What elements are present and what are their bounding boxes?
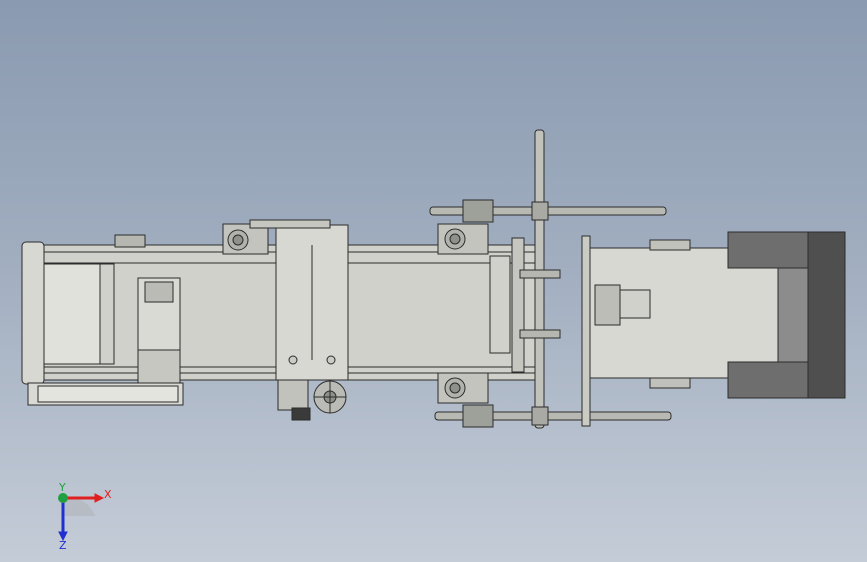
x-axis-head xyxy=(94,493,105,503)
left-end-roller xyxy=(21,241,45,385)
right-end-cap xyxy=(727,231,811,269)
side-guide-plate xyxy=(489,255,511,354)
z-axis-label: Z xyxy=(59,539,67,550)
drive-housing xyxy=(807,231,846,399)
cad-viewport[interactable]: X Y Z xyxy=(0,0,867,562)
x-axis-label: X xyxy=(104,488,112,501)
conveyor-assembly-model[interactable] xyxy=(0,0,867,562)
y-axis-marker xyxy=(58,493,68,503)
sensor-bracket xyxy=(594,284,621,326)
coordinate-triad: X Y Z xyxy=(58,481,112,550)
triad-plane xyxy=(63,497,95,516)
y-axis-label: Y xyxy=(58,481,66,494)
guide-rod-vertical xyxy=(534,129,545,429)
